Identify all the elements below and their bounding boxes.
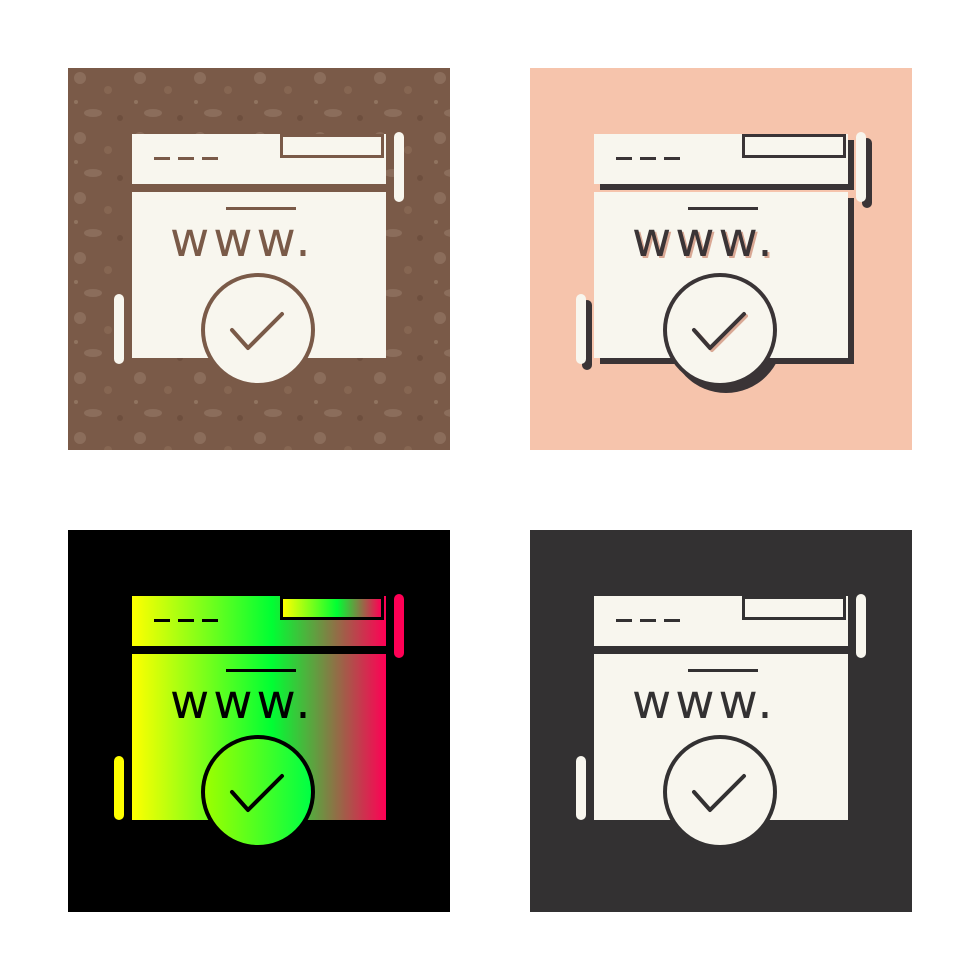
- check-circle-icon: [205, 277, 311, 383]
- website-icon: www.: [68, 530, 450, 912]
- dash-icon: [616, 619, 680, 622]
- check-circle-icon: [667, 277, 773, 383]
- check-circle-icon: [667, 739, 773, 845]
- website-icon: www.: [68, 68, 450, 450]
- website-verified-icon-solid: www.: [530, 530, 912, 912]
- dash-icon: [154, 619, 218, 622]
- website-verified-icon-gradient: www.: [68, 530, 450, 912]
- website-verified-icon-shadow: www. www.: [530, 68, 912, 450]
- dash-icon: [154, 157, 218, 160]
- dash-icon: [616, 157, 680, 160]
- url-text: www.: [632, 212, 777, 268]
- website-verified-icon-textured: www.: [68, 68, 450, 450]
- url-text: www.: [632, 674, 777, 730]
- url-text: www.: [170, 212, 315, 268]
- website-icon: www.: [530, 530, 912, 912]
- check-circle-icon: [205, 739, 311, 845]
- url-text: www.: [170, 674, 315, 730]
- website-icon: www. www.: [530, 68, 912, 450]
